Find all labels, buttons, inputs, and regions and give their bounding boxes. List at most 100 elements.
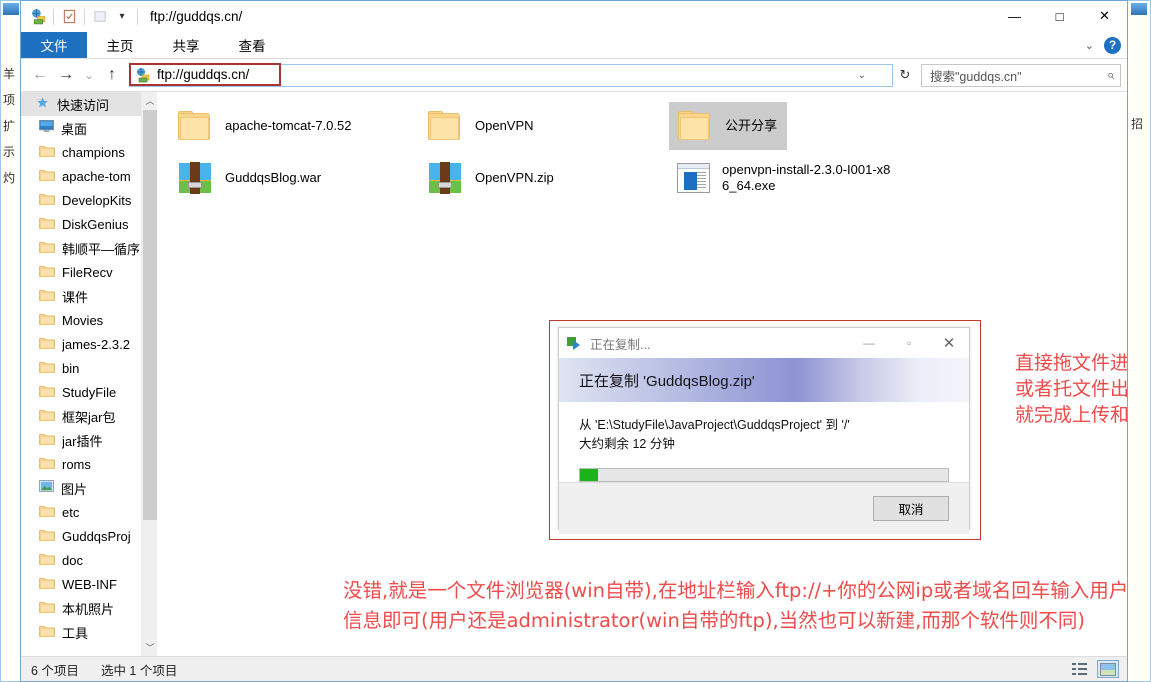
dialog-maximize-button[interactable]: ▫ bbox=[889, 328, 929, 357]
sidebar-item-10[interactable]: james-2.3.2 bbox=[21, 332, 157, 356]
folder-icon bbox=[39, 624, 55, 640]
properties-icon[interactable] bbox=[58, 6, 80, 28]
dialog-minimize-button[interactable]: — bbox=[849, 328, 889, 357]
sidebar-item-9[interactable]: Movies bbox=[21, 308, 157, 332]
minimize-button[interactable]: — bbox=[992, 1, 1037, 31]
forward-button[interactable]: → bbox=[53, 62, 79, 88]
sidebar-item-21[interactable]: 本机照片 bbox=[21, 596, 157, 620]
maximize-button[interactable]: □ bbox=[1037, 1, 1082, 31]
tab-file[interactable]: 文件 bbox=[21, 32, 87, 58]
sidebar-item-label: FileRecv bbox=[62, 264, 113, 280]
sidebar-scrollbar[interactable]: ︿ ﹀ bbox=[141, 92, 157, 656]
file-item-content[interactable]: OpenVPN.zip bbox=[419, 154, 564, 202]
folder-icon bbox=[39, 600, 55, 616]
sidebar-item-14[interactable]: jar插件 bbox=[21, 428, 157, 452]
ftp-site-icon[interactable] bbox=[27, 6, 49, 28]
address-bar[interactable]: ftp://guddqs.cn/ ⌄ bbox=[129, 63, 893, 87]
large-icons-view-icon bbox=[1100, 662, 1116, 676]
view-details-button[interactable] bbox=[1069, 660, 1091, 678]
copy-dialog-details: 从 'E:\StudyFile\JavaProject\GuddqsProjec… bbox=[559, 402, 969, 482]
background-window-right-sliver[interactable]: 招 bbox=[1127, 0, 1151, 682]
file-item[interactable]: apache-tomcat-7.0.52 bbox=[157, 100, 407, 152]
help-icon[interactable]: ? bbox=[1104, 36, 1121, 54]
sidebar-item-6[interactable]: 韩顺平—循序 bbox=[21, 236, 157, 260]
up-button[interactable]: ↑ bbox=[99, 62, 125, 88]
address-dropdown-icon[interactable]: ⌄ bbox=[858, 70, 866, 81]
sidebar-item-19[interactable]: doc bbox=[21, 548, 157, 572]
refresh-button[interactable]: ↻ bbox=[893, 64, 917, 87]
executable-icon bbox=[677, 163, 710, 193]
screen: 羊 项 扩 示 灼 招 ▾ ftp://guddqs.cn/ — □ ✕ 文件 … bbox=[0, 0, 1151, 682]
new-folder-icon[interactable] bbox=[89, 6, 111, 28]
search-input[interactable]: 搜索"guddqs.cn" bbox=[930, 66, 1022, 85]
sidebar-item-18[interactable]: GuddqsProj bbox=[21, 524, 157, 548]
explorer-window: ▾ ftp://guddqs.cn/ — □ ✕ 文件 主页 共享 查看 ⌄ ? bbox=[20, 0, 1128, 682]
dialog-close-button[interactable]: ✕ bbox=[929, 328, 969, 357]
file-item-content[interactable]: 公开分享 bbox=[669, 102, 788, 150]
pictures-icon bbox=[39, 480, 54, 496]
sidebar-list: 快速访问 桌面 champions apache-tom DevelopKits Disk… bbox=[21, 92, 157, 644]
sidebar-item-15[interactable]: roms bbox=[21, 452, 157, 476]
sidebar-item-13[interactable]: 框架jar包 bbox=[21, 404, 157, 428]
cancel-button[interactable]: 取消 bbox=[873, 496, 949, 521]
recent-locations-button[interactable]: ⌄ bbox=[79, 62, 99, 88]
folder-icon bbox=[39, 144, 55, 160]
file-item[interactable]: OpenVPN bbox=[407, 100, 657, 152]
sidebar-item-label: roms bbox=[62, 456, 91, 472]
back-button[interactable]: ← bbox=[27, 62, 53, 88]
sidebar-item-11[interactable]: bin bbox=[21, 356, 157, 380]
quick-access-toolbar: ▾ bbox=[21, 6, 142, 28]
folder-icon bbox=[39, 192, 55, 208]
file-item[interactable]: OpenVPN.zip bbox=[407, 152, 657, 204]
tab-share[interactable]: 共享 bbox=[153, 32, 219, 58]
sidebar-item-3[interactable]: apache-tom bbox=[21, 164, 157, 188]
file-item-content[interactable]: apache-tomcat-7.0.52 bbox=[169, 102, 361, 150]
sidebar-item-2[interactable]: champions bbox=[21, 140, 157, 164]
file-item-content[interactable]: OpenVPN bbox=[419, 102, 544, 150]
file-item[interactable]: openvpn-install-2.3.0-I001-x86_64.exe bbox=[657, 152, 907, 204]
scrollbar-thumb[interactable] bbox=[143, 110, 157, 520]
tab-home[interactable]: 主页 bbox=[87, 32, 153, 58]
status-bar: 6 个项目 选中 1 个项目 bbox=[21, 656, 1127, 681]
zip-archive-icon bbox=[177, 161, 213, 195]
sidebar-item-label: 韩顺平—循序 bbox=[62, 241, 141, 257]
file-item-content[interactable]: GuddqsBlog.war bbox=[169, 154, 331, 202]
sidebar-item-4[interactable]: DevelopKits bbox=[21, 188, 157, 212]
search-box[interactable]: 搜索"guddqs.cn" ⌕ bbox=[921, 63, 1121, 87]
address-text: ftp://guddqs.cn/ bbox=[157, 67, 250, 82]
file-name-label: apache-tomcat-7.0.52 bbox=[225, 118, 352, 133]
sidebar-item-1[interactable]: 桌面 bbox=[21, 116, 157, 140]
sidebar-item-22[interactable]: 工具 bbox=[21, 620, 157, 644]
sidebar-item-label: 课件 bbox=[62, 289, 89, 305]
sidebar-item-label: jar插件 bbox=[62, 433, 103, 449]
copy-source-line: 从 'E:\StudyFile\JavaProject\GuddqsProjec… bbox=[579, 418, 850, 432]
scroll-up-arrow-icon[interactable]: ︿ bbox=[142, 92, 157, 109]
background-window-icon bbox=[3, 3, 19, 15]
address-highlight-box[interactable]: ftp://guddqs.cn/ bbox=[129, 63, 281, 86]
file-item[interactable]: GuddqsBlog.war bbox=[157, 152, 407, 204]
sidebar-item-8[interactable]: 课件 bbox=[21, 284, 157, 308]
details-view-icon bbox=[1072, 663, 1088, 675]
sidebar-item-7[interactable]: FileRecv bbox=[21, 260, 157, 284]
customize-toolbar-chevron-icon[interactable]: ▾ bbox=[111, 6, 133, 28]
background-window-left-sliver[interactable]: 羊 项 扩 示 灼 bbox=[0, 0, 22, 682]
tab-view[interactable]: 查看 bbox=[219, 32, 285, 58]
sidebar-item-5[interactable]: DiskGenius bbox=[21, 212, 157, 236]
file-list-pane[interactable]: apache-tomcat-7.0.52 OpenVPN 公开分享 GuddqsBlo… bbox=[157, 92, 1127, 656]
scroll-down-arrow-icon[interactable]: ﹀ bbox=[142, 639, 157, 656]
chevron-down-icon[interactable]: ⌄ bbox=[1085, 39, 1094, 52]
sidebar-item-17[interactable]: etc bbox=[21, 500, 157, 524]
view-large-icons-button[interactable] bbox=[1097, 660, 1119, 678]
sidebar-header-quick-access[interactable]: 快速访问 bbox=[21, 92, 157, 116]
file-name-label: OpenVPN.zip bbox=[475, 170, 554, 185]
sidebar-item-16[interactable]: 图片 bbox=[21, 476, 157, 500]
sidebar-item-12[interactable]: StudyFile bbox=[21, 380, 157, 404]
file-item-content[interactable]: openvpn-install-2.3.0-I001-x86_64.exe bbox=[669, 154, 907, 202]
address-bar-row: ← → ⌄ ↑ ftp://guddqs.cn/ ⌄ ↻ 搜索"guddqs.c… bbox=[21, 59, 1127, 91]
sidebar-item-label: 图片 bbox=[61, 481, 88, 497]
title-bar: ▾ ftp://guddqs.cn/ — □ ✕ bbox=[21, 1, 1127, 32]
file-item[interactable]: 公开分享 bbox=[657, 100, 907, 152]
search-icon[interactable]: ⌕ bbox=[1107, 67, 1114, 83]
close-button[interactable]: ✕ bbox=[1082, 1, 1127, 31]
sidebar-item-20[interactable]: WEB-INF bbox=[21, 572, 157, 596]
